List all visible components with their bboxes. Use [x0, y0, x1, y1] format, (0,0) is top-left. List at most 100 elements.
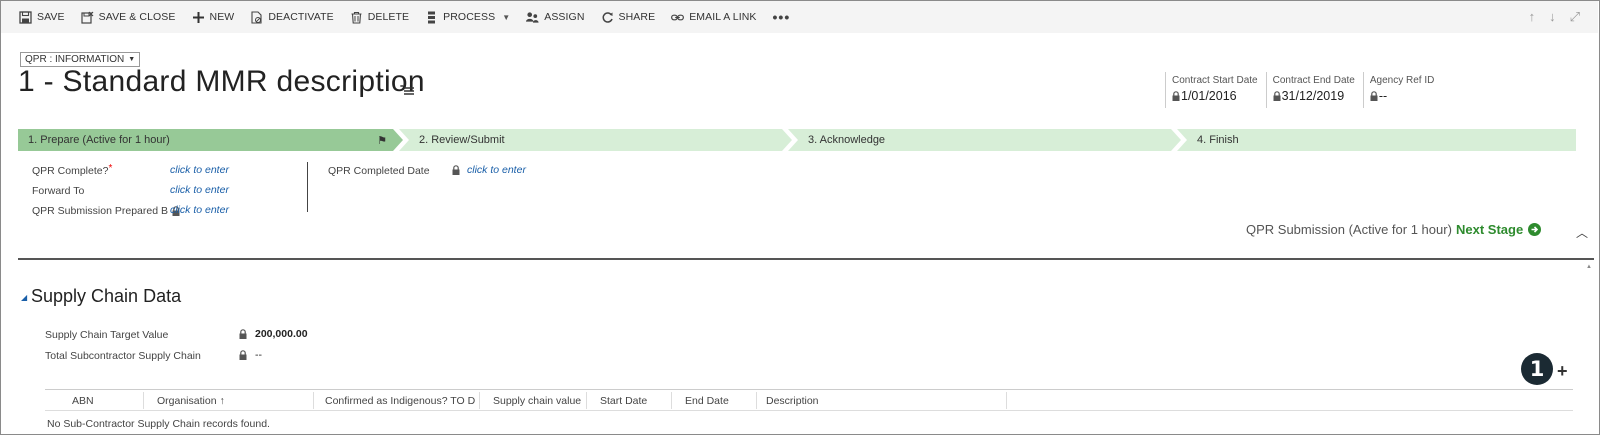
divider [18, 258, 1594, 260]
chevron-down-icon: ▼ [128, 56, 136, 63]
callout-badge: 1 [1521, 353, 1553, 385]
assign-button[interactable]: ASSIGN [526, 11, 584, 24]
stage-finish[interactable]: 4. Finish [1177, 129, 1576, 151]
lock-icon [452, 165, 460, 175]
save-label: SAVE [37, 11, 65, 23]
save-button[interactable]: SAVE [19, 10, 65, 24]
stage-label: 2. Review/Submit [419, 134, 505, 146]
header-field-value: 31/12/2019 [1281, 89, 1345, 103]
header-field-label: Contract Start Date [1172, 75, 1258, 86]
forward-to-input[interactable]: click to enter [170, 184, 229, 196]
supply-chain-target-value: 200,000.00 [239, 328, 308, 340]
grid-header: ABN Organisation ↑ Confirmed as Indigeno… [45, 389, 1573, 411]
save-icon [19, 10, 32, 24]
divider [307, 162, 308, 212]
field-value: -- [255, 349, 262, 361]
stage-review-submit[interactable]: 2. Review/Submit [399, 129, 792, 151]
link-icon [671, 14, 685, 20]
add-record-button[interactable]: + [1557, 361, 1568, 382]
save-close-button[interactable]: SAVE & CLOSE [81, 11, 176, 24]
column-header-organisation[interactable]: Organisation ↑ [157, 390, 307, 411]
stage-field-label: QPR Complete?* [32, 163, 113, 177]
next-stage-button[interactable]: Next Stage [1456, 222, 1542, 237]
process-button[interactable]: PROCESS ▼ [425, 11, 510, 24]
process-label: PROCESS [443, 11, 496, 23]
assign-label: ASSIGN [544, 11, 585, 23]
header-fields: Contract Start Date 1/01/2016 Contract E… [1165, 72, 1442, 108]
delete-button[interactable]: DELETE [350, 11, 409, 24]
stage-field-label: Forward To [32, 185, 85, 197]
process-bar: 1. Prepare (Active for 1 hour) ⚑ 2. Revi… [18, 129, 1576, 151]
stage-label: 3. Acknowledge [808, 134, 886, 146]
column-header-supply-chain-value[interactable]: Supply chain value [493, 390, 588, 411]
flag-icon: ⚑ [377, 135, 387, 147]
lock-icon [239, 350, 247, 360]
column-separator [313, 392, 314, 409]
section-title: Supply Chain Data [31, 286, 182, 306]
deactivate-button[interactable]: DEACTIVATE [250, 10, 334, 24]
title-menu-icon[interactable] [400, 85, 414, 95]
chevron-up-icon[interactable]: ︿ [1576, 224, 1588, 241]
submission-prepared-by-input[interactable]: click to enter [170, 204, 229, 216]
share-icon [602, 11, 613, 23]
column-separator [586, 392, 587, 409]
header-field-value: 1/01/2016 [1181, 89, 1237, 103]
header-field-contract-start[interactable]: Contract Start Date 1/01/2016 [1165, 72, 1266, 108]
next-record-button[interactable]: ↓ [1549, 9, 1556, 25]
field-value: 200,000.00 [255, 328, 308, 340]
record-title: 1 - Standard MMR description [18, 65, 425, 98]
form-selector-label: QPR : INFORMATION [25, 54, 125, 65]
stage-label: 4. Finish [1197, 134, 1239, 146]
column-header-abn[interactable]: ABN [72, 390, 142, 411]
previous-record-button[interactable]: ↑ [1529, 9, 1536, 25]
stage-status: QPR Submission (Active for 1 hour) [1246, 222, 1452, 237]
new-label: NEW [209, 11, 235, 23]
stage-acknowledge[interactable]: 3. Acknowledge [788, 129, 1181, 151]
required-indicator: * [108, 163, 113, 174]
column-header-end-date[interactable]: End Date [685, 390, 755, 411]
stage-prepare[interactable]: 1. Prepare (Active for 1 hour) ⚑ [18, 129, 403, 151]
more-commands-button[interactable]: ••• [773, 9, 791, 25]
stage-label: 1. Prepare (Active for 1 hour) [28, 134, 170, 146]
header-field-agency-ref[interactable]: Agency Ref ID -- [1362, 72, 1442, 108]
column-separator [1006, 392, 1007, 409]
field-label: Total Subcontractor Supply Chain [45, 350, 201, 362]
column-header-confirmed-indigenous[interactable]: Confirmed as Indigenous? TO DE... [325, 390, 475, 411]
lock-icon [1370, 91, 1378, 101]
delete-label: DELETE [367, 11, 410, 23]
popout-button[interactable]: ⤢ [1570, 9, 1580, 25]
stage-field-label: QPR Submission Prepared B [32, 205, 180, 217]
save-close-label: SAVE & CLOSE [98, 11, 176, 23]
arrow-right-circle-icon [1528, 223, 1542, 236]
new-button[interactable]: NEW [192, 11, 235, 24]
save-close-icon [81, 11, 94, 24]
header-field-contract-end[interactable]: Contract End Date 31/12/2019 [1265, 72, 1363, 108]
record-navigation: ↑ ↓ ⤢ [1529, 9, 1580, 25]
scrollbar-up-arrow[interactable]: ▲ [1586, 264, 1592, 270]
column-header-description[interactable]: Description [766, 390, 966, 411]
section-toggle-icon[interactable]: ◢ [21, 293, 27, 302]
column-separator [143, 392, 144, 409]
total-subcontractor-supply-chain: -- [239, 349, 262, 361]
field-label: Supply Chain Target Value [45, 329, 169, 341]
command-bar: SAVE SAVE & CLOSE NEW DEACTIVATE DELETE … [1, 1, 1598, 33]
column-separator [756, 392, 757, 409]
email-link-button[interactable]: EMAIL A LINK [671, 11, 756, 24]
column-separator [671, 392, 672, 409]
header-field-label: Agency Ref ID [1369, 75, 1435, 86]
column-separator [479, 392, 480, 409]
header-field-value: -- [1378, 89, 1388, 103]
header-field-label: Contract End Date [1272, 75, 1355, 86]
share-label: SHARE [618, 11, 656, 23]
chevron-down-icon: ▼ [502, 12, 511, 22]
lock-icon [1172, 91, 1180, 101]
stage-field-label: QPR Completed Date [328, 165, 430, 177]
lock-icon [239, 329, 247, 339]
next-stage-label: Next Stage [1456, 222, 1524, 237]
trash-icon [351, 11, 362, 24]
qpr-completed-date-input[interactable]: click to enter [467, 164, 526, 176]
qpr-complete-input[interactable]: click to enter [170, 164, 229, 176]
share-button[interactable]: SHARE [601, 11, 656, 24]
plus-icon [192, 11, 204, 23]
column-header-start-date[interactable]: Start Date [600, 390, 670, 411]
